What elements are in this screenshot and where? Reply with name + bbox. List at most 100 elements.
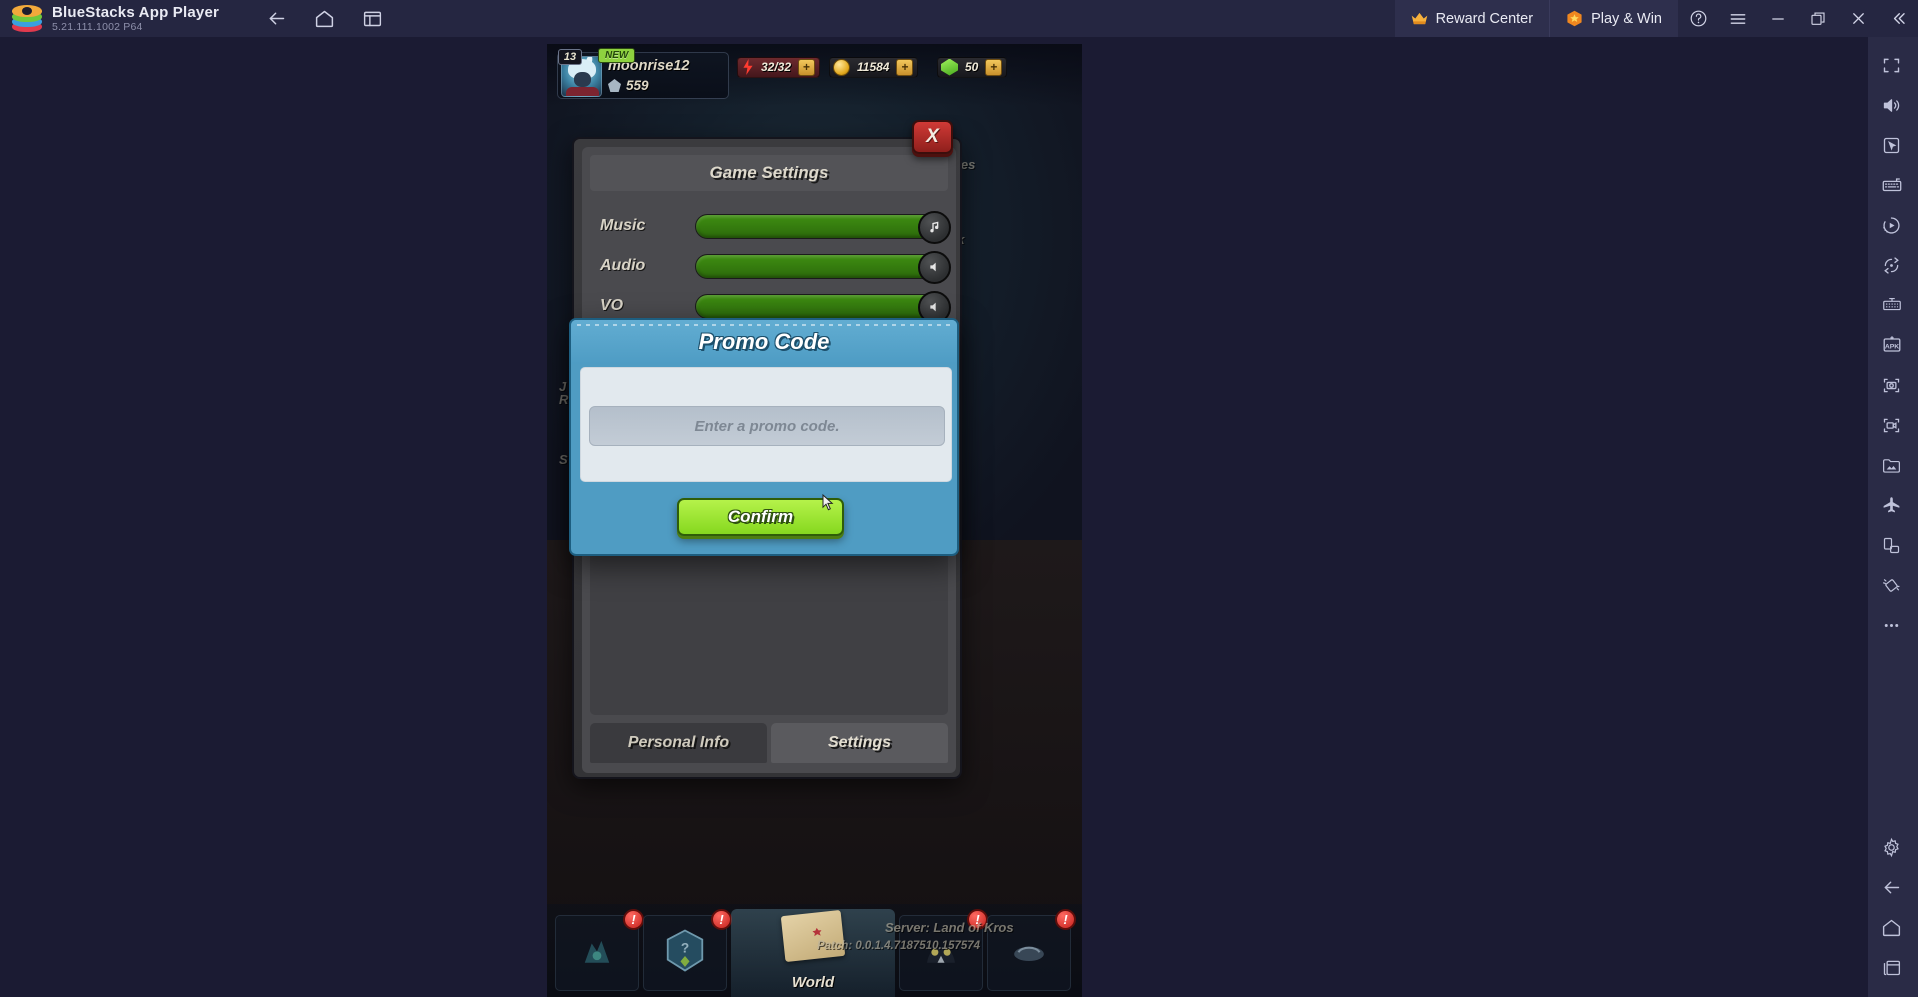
rotate-screen-icon[interactable] [1865,525,1918,565]
volume-icon[interactable] [1865,85,1918,125]
install-apk-icon[interactable]: APK [1865,325,1918,365]
patch-label: Patch: 0.0.1.4.7187510.157574 [817,940,981,952]
media-manager-icon[interactable] [1865,445,1918,485]
alert-badge: ! [623,909,644,930]
svg-text:APK: APK [1884,343,1898,350]
energy-value: 32/32 [761,60,792,74]
settings-title-bar: Game Settings [590,155,948,191]
airplane-icon[interactable] [1865,485,1918,525]
audio-label: Audio [600,257,646,274]
maximize-button[interactable] [1798,0,1838,37]
player-card[interactable]: 13 NEW moonrise12 559 [557,48,729,99]
nav-quests[interactable]: ? ! [643,909,732,991]
gold-resource[interactable]: 11584 + [829,56,919,78]
promo-dialog-body: Enter a promo code. [580,367,952,482]
gold-coin-icon [833,58,850,76]
right-sidebar: APK [1865,37,1918,997]
bg-fragment: R [559,392,569,407]
alert-badge: ! [711,909,732,930]
back-icon[interactable] [259,4,293,34]
macro-record-icon[interactable] [1865,205,1918,245]
script-loop-icon[interactable] [1865,245,1918,285]
confirm-button[interactable]: Confirm [677,498,844,536]
gold-plus-button[interactable]: + [896,58,914,76]
energy-plus-button[interactable]: + [798,58,816,76]
map-icon [780,909,846,963]
promo-code-placeholder: Enter a promo code. [694,417,840,435]
app-title: BlueStacks App Player [52,4,220,21]
title-text-group: BlueStacks App Player 5.21.111.1002 P64 [52,0,219,37]
game-hud-top: 13 NEW moonrise12 559 32/32 + 11584 + 50… [547,44,1082,106]
settings-tabs: Personal Info Settings [590,723,948,763]
energy-bolt-icon [743,59,753,75]
close-icon: X [926,126,939,147]
screen-record-icon[interactable] [1865,405,1918,445]
vo-label: VO [600,297,624,314]
server-label: Server: Land of Kros [885,920,1014,935]
more-options-icon[interactable] [1865,605,1918,645]
gem-plus-button[interactable]: + [985,58,1003,76]
hamburger-menu-icon[interactable] [1718,0,1758,37]
fullscreen-icon[interactable] [1865,45,1918,85]
nav-world[interactable]: World [731,909,895,997]
music-slider-row: Music [600,209,951,244]
promo-code-input[interactable]: Enter a promo code. [589,406,945,446]
hex-star-icon [1566,10,1583,27]
nav-adventure[interactable]: ! [555,909,644,991]
help-icon[interactable] [1678,0,1718,37]
audio-slider[interactable] [695,250,951,284]
music-note-icon[interactable] [918,210,951,244]
reward-center-label: Reward Center [1435,10,1534,27]
screenshot-icon[interactable] [1865,365,1918,405]
reward-center-button[interactable]: Reward Center [1394,0,1550,37]
play-and-win-button[interactable]: Play & Win [1549,0,1678,37]
gold-value: 11584 [857,60,890,74]
multi-instance-sync-icon[interactable] [1865,285,1918,325]
android-home-icon[interactable] [1865,907,1918,947]
home-icon[interactable] [307,4,341,34]
gem-resource[interactable]: 50 + [937,56,1008,78]
gem-icon [941,58,958,76]
android-back-icon[interactable] [1865,867,1918,907]
player-power-value: 559 [626,78,649,93]
speaker-icon[interactable] [918,250,951,284]
player-level-badge: 13 [558,49,582,65]
keyboard-controls-icon[interactable] [1865,165,1918,205]
music-label: Music [600,217,646,234]
promo-code-dialog: Promo Code Enter a promo code. Confirm [569,318,959,556]
settings-gear-icon[interactable] [1865,827,1918,867]
mouse-cursor [822,493,834,512]
crown-icon [1411,12,1428,25]
gem-value: 50 [965,60,979,74]
emulator-viewport: 13 NEW moonrise12 559 32/32 + 11584 + 50… [68,37,1868,997]
close-button[interactable] [1838,0,1878,37]
minimize-button[interactable] [1758,0,1798,37]
energy-resource[interactable]: 32/32 + [737,56,821,78]
power-icon [608,79,621,92]
music-slider[interactable] [695,210,951,244]
adventure-icon [576,930,618,977]
multi-instance-icon[interactable] [355,4,389,34]
bg-fragment: S [559,452,568,467]
android-recents-icon[interactable] [1865,947,1918,987]
promo-dialog-title: Promo Code [698,329,830,354]
cursor-pointer-icon[interactable] [1865,125,1918,165]
quest-gem-icon: ? [665,929,705,978]
collapse-sidebar-icon[interactable] [1878,0,1918,37]
vo-slider[interactable] [695,290,951,324]
confirm-label: Confirm [727,507,794,526]
app-version: 5.21.111.1002 P64 [52,21,143,33]
game-bottom-nav: ! ? ! World ! ! Server: Land of Kros Pat… [547,904,1082,997]
player-power-row: 559 [608,78,649,93]
play-and-win-label: Play & Win [1591,10,1662,27]
alert-badge: ! [1055,909,1076,930]
tab-settings[interactable]: Settings [771,723,948,763]
bluestacks-logo [12,4,42,34]
shake-icon[interactable] [1865,565,1918,605]
window-title-bar: BlueStacks App Player 5.21.111.1002 P64 … [0,0,1918,37]
tab-personal-info[interactable]: Personal Info [590,723,767,763]
close-settings-button[interactable]: X [912,120,953,154]
titlebar-nav-group [259,4,389,34]
shop-icon [1008,933,1050,974]
promo-dialog-header: Promo Code [571,320,957,364]
